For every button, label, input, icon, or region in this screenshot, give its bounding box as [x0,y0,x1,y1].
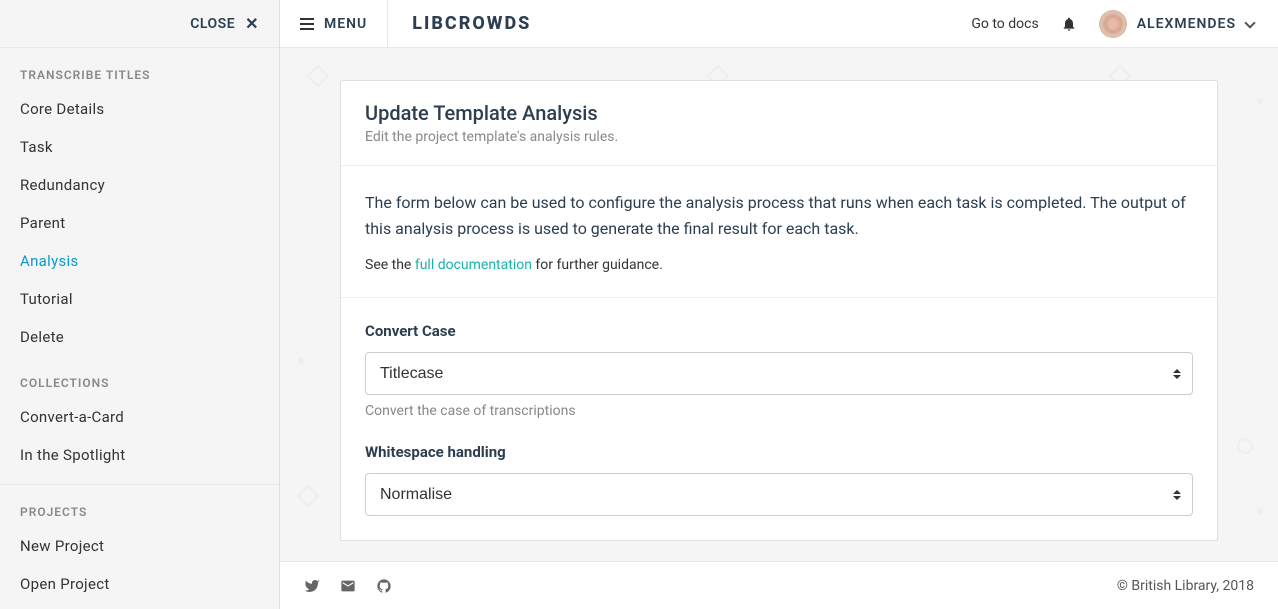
decor-circle-icon [1237,438,1253,454]
whitespace-select[interactable]: Normalise [365,473,1193,516]
sidebar: CLOSE ✕ TRANSCRIBE TITLES Core Details T… [0,0,280,609]
decor-diamond-icon [307,65,330,88]
sidebar-section-transcribe: TRANSCRIBE TITLES Core Details Task Redu… [0,48,279,356]
convert-case-label: Convert Case [365,322,1193,340]
card-header: Update Template Analysis Edit the projec… [341,81,1217,166]
topbar: MENU LIBCROWDS Go to docs ALEXMENDES [280,0,1278,48]
footer: © British Library, 2018 [280,561,1278,609]
sidebar-item-core-details[interactable]: Core Details [0,90,279,128]
main: MENU LIBCROWDS Go to docs ALEXMENDES [280,0,1278,609]
sidebar-item-spotlight[interactable]: In the Spotlight [0,436,279,474]
section-title: TRANSCRIBE TITLES [0,48,279,90]
section-title: COLLECTIONS [0,356,279,398]
form-section: Convert Case Titlecase Convert the case … [341,298,1217,540]
copyright: © British Library, 2018 [1117,578,1254,594]
twitter-icon[interactable] [304,578,320,594]
menu-button[interactable]: MENU [280,0,388,47]
chevron-down-icon [1244,17,1255,28]
guidance-prefix: See the [365,257,415,273]
content-area: Update Template Analysis Edit the projec… [280,48,1278,561]
github-icon[interactable] [376,578,392,594]
sidebar-section-projects: PROJECTS New Project Open Project [0,485,279,603]
user-menu[interactable]: ALEXMENDES [1099,10,1254,38]
envelope-icon[interactable] [340,578,356,594]
close-label: CLOSE [190,16,235,32]
decor-dot-icon [298,358,304,364]
brand-logo: LIBCROWDS [388,13,555,34]
card-body: The form below can be used to configure … [341,166,1217,298]
sidebar-item-parent[interactable]: Parent [0,204,279,242]
sidebar-section-collections: COLLECTIONS Convert-a-Card In the Spotli… [0,356,279,474]
sidebar-item-new-project[interactable]: New Project [0,527,279,565]
hamburger-icon [300,16,314,31]
page-subtitle: Edit the project template's analysis rul… [365,129,1193,145]
menu-label: MENU [324,16,367,32]
sidebar-item-delete[interactable]: Delete [0,318,279,356]
convert-case-select[interactable]: Titlecase [365,352,1193,395]
guidance-suffix: for further guidance. [532,257,663,273]
body-text: The form below can be used to configure … [365,190,1193,241]
username: ALEXMENDES [1137,16,1236,32]
sidebar-item-task[interactable]: Task [0,128,279,166]
section-title: PROJECTS [0,485,279,527]
sidebar-item-open-project[interactable]: Open Project [0,565,279,603]
convert-case-help: Convert the case of transcriptions [365,403,1193,419]
decor-dot-icon [1257,98,1263,104]
close-button[interactable]: CLOSE ✕ [0,0,279,48]
docs-link[interactable]: Go to docs [971,16,1038,32]
sidebar-item-analysis[interactable]: Analysis [0,242,279,280]
sidebar-item-convert-a-card[interactable]: Convert-a-Card [0,398,279,436]
whitespace-label: Whitespace handling [365,443,1193,461]
sidebar-item-tutorial[interactable]: Tutorial [0,280,279,318]
documentation-link[interactable]: full documentation [415,257,532,273]
card: Update Template Analysis Edit the projec… [340,80,1218,541]
bell-icon[interactable] [1061,16,1077,32]
close-icon: ✕ [245,14,259,33]
decor-diamond-icon [297,485,320,508]
form-group-whitespace: Whitespace handling Normalise [365,443,1193,516]
sidebar-item-redundancy[interactable]: Redundancy [0,166,279,204]
page-title: Update Template Analysis [365,101,1193,125]
avatar [1099,10,1127,38]
decor-dot-icon [1257,508,1263,514]
form-group-convert-case: Convert Case Titlecase Convert the case … [365,322,1193,419]
guidance-text: See the full documentation for further g… [365,257,1193,273]
